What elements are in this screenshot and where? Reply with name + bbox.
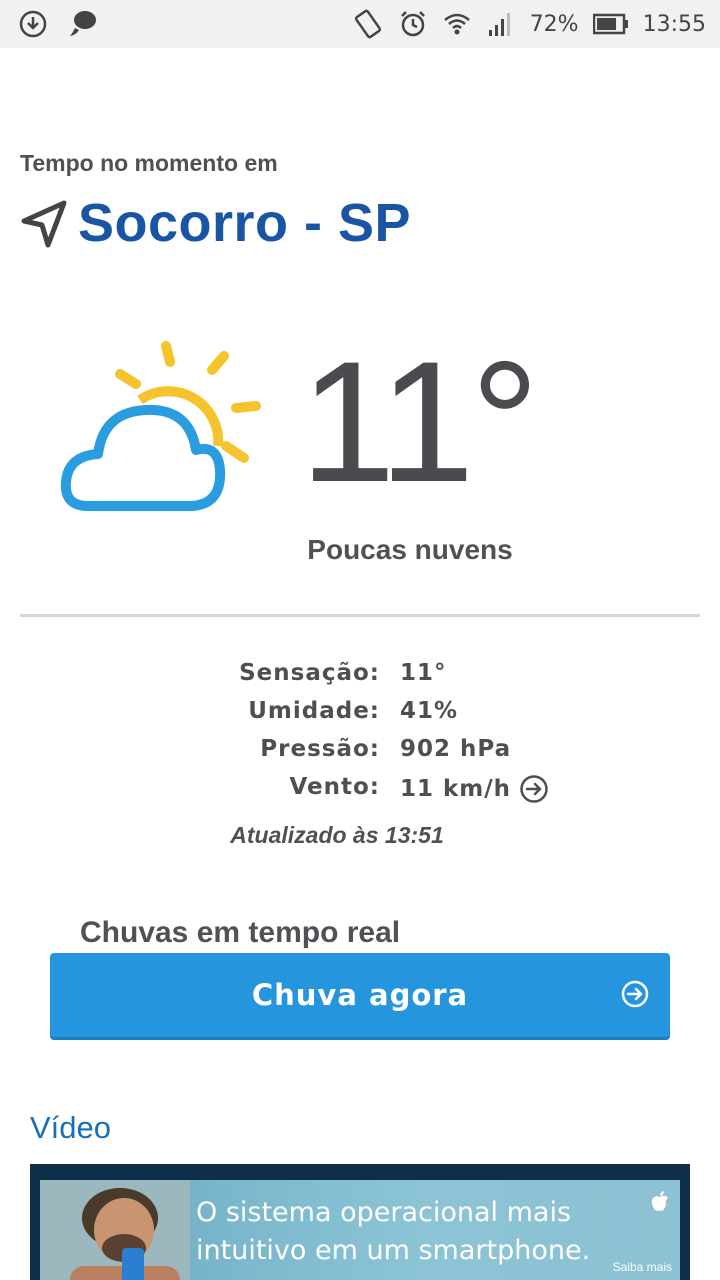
battery-icon xyxy=(592,13,629,35)
wind-speed: 11 km/h xyxy=(400,776,512,802)
detail-row-pressao: Pressão: 902 hPa xyxy=(0,736,720,772)
alarm-icon xyxy=(398,9,428,39)
detail-value-wind: 11 km/h xyxy=(400,774,549,804)
rain-now-button-label: Chuva agora xyxy=(251,978,469,1012)
detail-row-vento: Vento: 11 km/h xyxy=(0,774,720,810)
wind-direction-icon xyxy=(520,775,548,803)
wifi-icon xyxy=(442,9,472,39)
detail-label: Vento: xyxy=(289,774,380,800)
ad-learn-more-link[interactable]: Saiba mais xyxy=(613,1260,672,1274)
weather-condition: Poucas nuvens xyxy=(307,534,513,565)
divider xyxy=(20,614,700,617)
detail-value: 41% xyxy=(400,698,459,724)
detail-label: Umidade: xyxy=(248,698,380,724)
detail-row-umidade: Umidade: 41% xyxy=(0,698,720,734)
video-player[interactable]: O sistema operacional mais intuitivo em … xyxy=(30,1164,690,1280)
location-header[interactable]: Socorro - SP xyxy=(20,192,411,254)
video-ad-banner[interactable]: O sistema operacional mais intuitivo em … xyxy=(40,1180,680,1280)
chat-bubble-icon xyxy=(66,8,98,40)
location-arrow-icon xyxy=(21,200,67,248)
person-photo xyxy=(40,1180,190,1280)
rain-section-title: Chuvas em tempo real xyxy=(80,916,401,949)
download-icon xyxy=(18,9,48,39)
partly-cloudy-icon xyxy=(60,341,261,511)
updated-timestamp: Atualizado às 13:51 xyxy=(230,822,444,848)
ad-headline: O sistema operacional mais intuitivo em … xyxy=(196,1197,591,1266)
detail-label: Sensação: xyxy=(239,660,380,686)
clock: 13:55 xyxy=(642,11,706,37)
apple-logo-icon xyxy=(651,1191,668,1211)
signal-icon xyxy=(486,9,516,39)
city-name: Socorro - SP xyxy=(78,193,412,253)
status-bar: 72% 13:55 xyxy=(0,0,720,48)
page-subtitle: Tempo no momento em xyxy=(20,150,278,176)
arrow-right-circle-icon xyxy=(621,980,649,1008)
battery-percent: 72% xyxy=(529,11,579,37)
video-section-title: Vídeo xyxy=(30,1110,112,1145)
detail-value: 902 hPa xyxy=(400,736,512,762)
detail-value: 11° xyxy=(400,660,447,686)
detail-label: Pressão: xyxy=(260,736,380,762)
vibrate-icon xyxy=(352,8,384,40)
rain-now-button[interactable]: Chuva agora xyxy=(50,953,670,1037)
current-temperature: 11° xyxy=(300,326,539,518)
detail-row-sensacao: Sensação: 11° xyxy=(0,660,720,696)
